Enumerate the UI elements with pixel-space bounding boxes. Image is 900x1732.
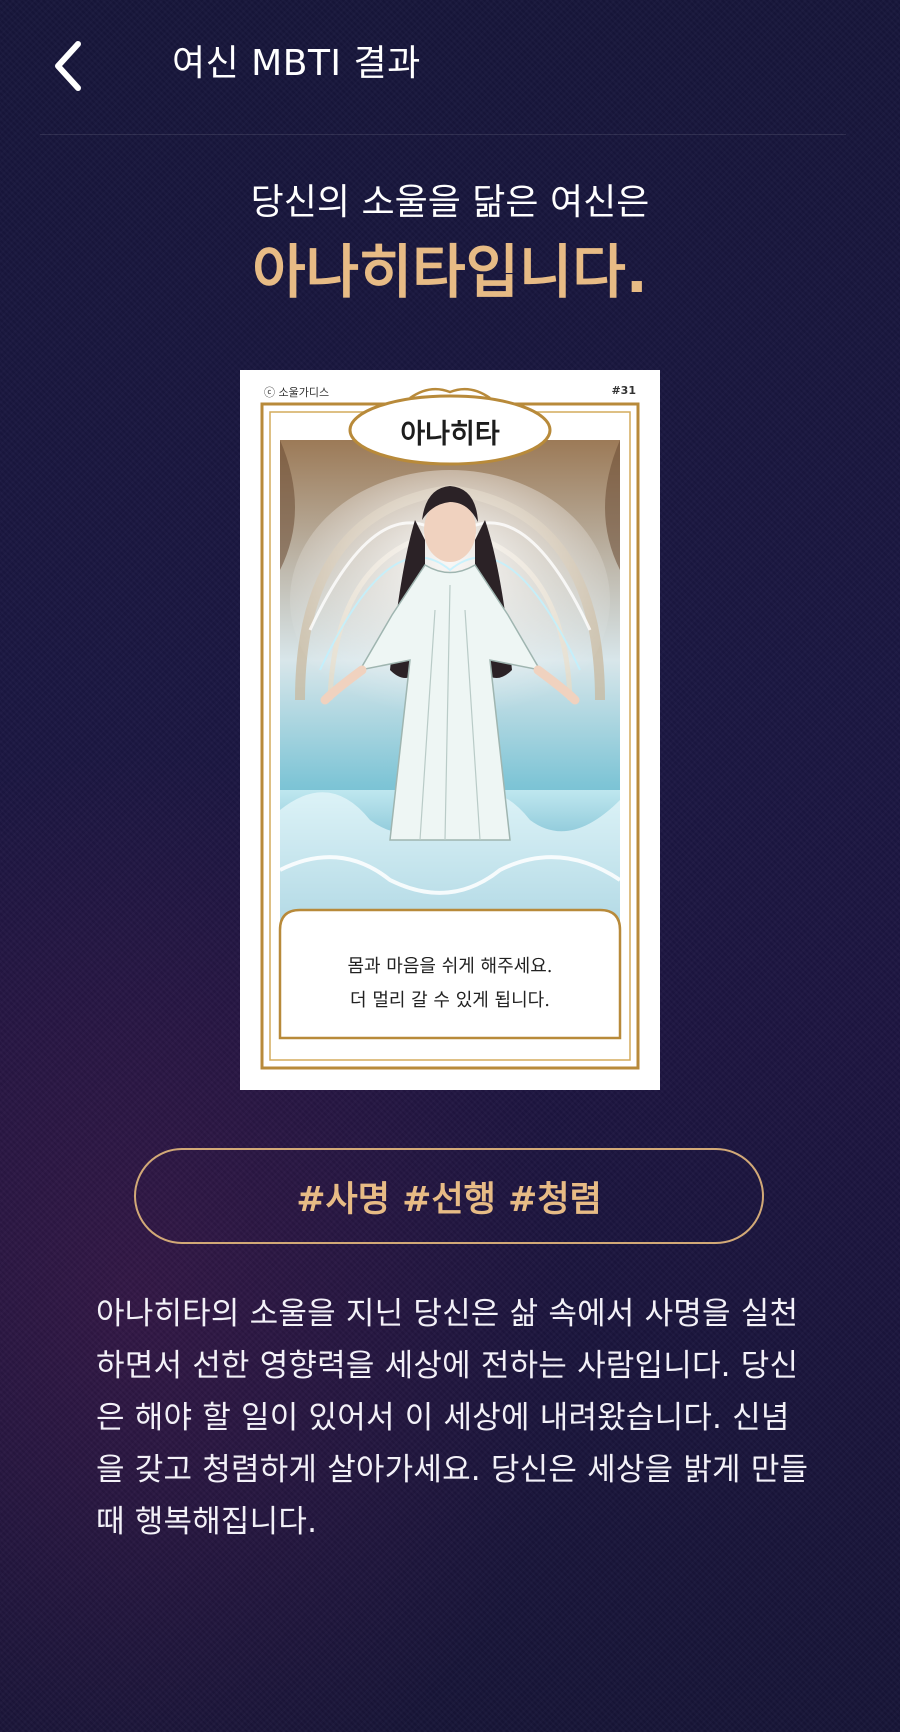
header: 여신 MBTI 결과 <box>0 0 900 132</box>
header-divider <box>40 134 846 135</box>
hashtag-pill: #사명 #선행 #청렴 <box>134 1148 764 1244</box>
result-title: 아나히타입니다. <box>252 238 648 306</box>
page-title: 여신 MBTI 결과 <box>172 43 421 84</box>
card-number: #31 <box>611 384 636 397</box>
back-button[interactable] <box>40 36 96 96</box>
result-description: 아나히타의 소울을 지닌 당신은 삶 속에서 사명을 실천하면서 선한 영향력을… <box>96 1296 809 1540</box>
goddess-card: ⓒ 소울가디스 #31 아나히타 몸과 마음을 쉬게 해주세요. 더 멀리 갈 … <box>240 370 660 1090</box>
result-subtitle: 당신의 소울을 닮은 여신은 <box>250 182 650 223</box>
card-name: 아나히타 <box>400 419 500 450</box>
card-message-line: 더 멀리 갈 수 있게 됩니다. <box>350 990 550 1011</box>
card-message: 몸과 마음을 쉬게 해주세요. 더 멀리 갈 수 있게 됩니다. <box>280 950 620 1018</box>
chevron-left-icon <box>55 41 81 91</box>
card-publisher: ⓒ 소울가디스 <box>264 386 330 399</box>
card-message-line: 몸과 마음을 쉬게 해주세요. <box>347 956 553 977</box>
